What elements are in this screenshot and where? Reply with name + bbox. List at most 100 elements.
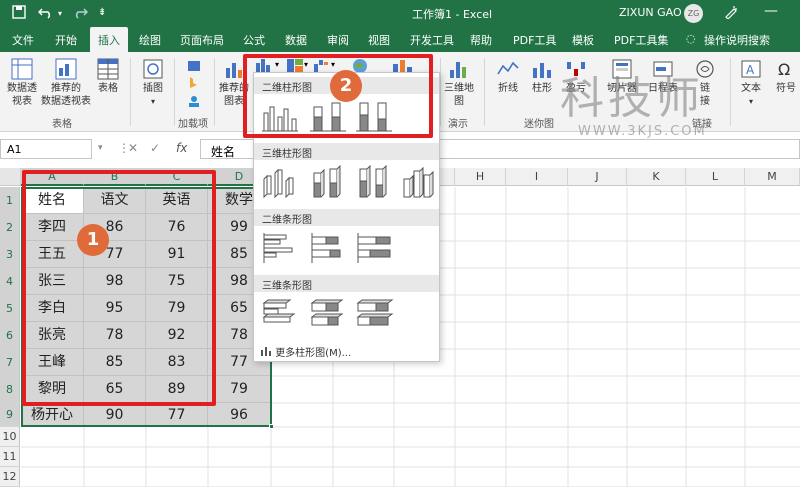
- waterfall-chart-icon: [314, 60, 328, 72]
- cancel-icon[interactable]: ✕: [128, 141, 138, 155]
- avatar[interactable]: ZG: [684, 4, 703, 23]
- illustrations-button[interactable]: 插图 ▾: [138, 58, 168, 108]
- tab-developer[interactable]: 开发工具: [410, 32, 454, 48]
- undo-icon[interactable]: [37, 5, 54, 23]
- 3d-column-option[interactable]: [400, 165, 440, 204]
- stacked-column-option[interactable]: [308, 99, 348, 138]
- name-box-dropdown-icon[interactable]: ▾: [98, 143, 103, 153]
- clustered-column-icon: [262, 106, 298, 132]
- bing-icon: [190, 77, 197, 88]
- map3d-icon: [450, 62, 466, 78]
- sparkline-column-button[interactable]: 柱形: [526, 58, 558, 95]
- group-label-sparklines: 迷你图: [524, 119, 554, 130]
- separator: [214, 58, 215, 126]
- sparkline-line-button[interactable]: 折线: [492, 58, 524, 95]
- tab-view[interactable]: 视图: [368, 32, 390, 48]
- stacked-bar-option[interactable]: [308, 231, 348, 270]
- percent-stacked-column-icon: [356, 102, 392, 132]
- 3d-percent-stacked-column-icon: [359, 164, 387, 198]
- chevron-down-icon: ▾: [150, 97, 155, 106]
- store-icon: [188, 61, 200, 71]
- percent-stacked-bar-option[interactable]: [354, 231, 394, 270]
- omega-icon: Ω: [778, 60, 790, 79]
- section-3d-column: 三维柱形图: [254, 143, 439, 160]
- tell-me-search[interactable]: 操作说明搜索: [704, 32, 770, 48]
- separator: [440, 58, 441, 126]
- redo-icon[interactable]: [72, 5, 89, 23]
- section-3d-bar: 三维条形图: [254, 275, 439, 292]
- symbol-button[interactable]: Ω 符号: [772, 58, 800, 95]
- separator: [130, 58, 131, 126]
- 3d-percent-stacked-bar-option[interactable]: [354, 297, 394, 336]
- customize-toolbar-icon[interactable]: ⇟: [98, 7, 106, 18]
- chevron-down-icon: ▾: [275, 60, 280, 69]
- separator: [174, 58, 175, 126]
- recommended-charts-button[interactable]: 推荐的 图表: [218, 58, 250, 108]
- group-label-addins: 加载项: [178, 119, 208, 130]
- 3d-stacked-column-icon: [313, 164, 341, 198]
- 3d-percent-stacked-bar-icon: [356, 299, 394, 326]
- group-label-demo: 演示: [448, 119, 468, 130]
- group-label-tables: 表格: [52, 119, 72, 130]
- fill-handle[interactable]: [269, 424, 274, 429]
- lightbulb-icon: ◌: [686, 32, 696, 45]
- table-icon: [97, 58, 119, 80]
- separator: [484, 58, 485, 126]
- 3d-clustered-bar-option[interactable]: [260, 297, 300, 336]
- tab-insert[interactable]: 插入: [90, 27, 128, 52]
- tab-templates[interactable]: 模板: [572, 32, 594, 48]
- recommended-pivot-icon: [55, 58, 77, 80]
- tab-help[interactable]: 帮助: [470, 32, 492, 48]
- tab-pdf-tools[interactable]: PDF工具: [513, 32, 556, 48]
- 3d-stacked-column-option[interactable]: [308, 164, 348, 204]
- name-box[interactable]: A1: [0, 139, 92, 159]
- 3d-percent-stacked-column-option[interactable]: [354, 164, 394, 204]
- insert-function-icon[interactable]: fx: [176, 141, 187, 155]
- svg-text:Ω: Ω: [778, 60, 790, 79]
- 3d-stacked-bar-icon: [310, 299, 344, 326]
- bar-chart-icon: [261, 347, 271, 356]
- chevron-down-icon: ▾: [331, 60, 336, 69]
- percent-stacked-column-option[interactable]: [354, 99, 394, 138]
- tab-file[interactable]: 文件: [12, 32, 34, 48]
- tab-pdf-toolset[interactable]: PDF工具集: [614, 32, 668, 48]
- hierarchy-chart-icon: [287, 59, 303, 72]
- tab-page-layout[interactable]: 页面布局: [180, 32, 224, 48]
- addins-button[interactable]: [184, 58, 204, 112]
- clustered-column-option[interactable]: [260, 99, 300, 138]
- 3d-clustered-column-option[interactable]: [260, 165, 300, 204]
- stacked-column-icon: [310, 102, 346, 132]
- undo-dropdown-icon[interactable]: ▾: [58, 9, 62, 18]
- illustrations-icon: [143, 59, 163, 79]
- recommended-pivot-button[interactable]: 推荐的 数据透视表: [40, 58, 92, 108]
- pivot-table-button[interactable]: 数据透 视表: [4, 58, 40, 108]
- people-icon: [189, 96, 199, 107]
- tab-formulas[interactable]: 公式: [243, 32, 265, 48]
- map3d-button[interactable]: 三维地 图: [444, 58, 474, 108]
- pivot-table-icon: [11, 58, 33, 80]
- tab-data[interactable]: 数据: [285, 32, 307, 48]
- tab-review[interactable]: 审阅: [327, 32, 349, 48]
- percent-stacked-bar-icon: [357, 233, 391, 263]
- save-icon[interactable]: [12, 5, 26, 23]
- clustered-bar-option[interactable]: [260, 231, 300, 270]
- tab-draw[interactable]: 绘图: [139, 32, 161, 48]
- column-chart-dropdown-panel: 二维柱形图 三维柱形图 二维条形图 三维条形图 更多柱形图(M)...: [253, 72, 440, 362]
- stacked-bar-icon: [311, 233, 341, 263]
- badge-2: 2: [330, 70, 362, 102]
- badge-1: 1: [77, 224, 109, 256]
- pen-icon[interactable]: [724, 5, 738, 23]
- user-name[interactable]: ZIXUN GAO: [619, 6, 682, 19]
- 3d-clustered-column-icon: [263, 168, 294, 199]
- 3d-column-icon: [403, 166, 434, 198]
- tab-home[interactable]: 开始: [55, 32, 77, 48]
- table-button[interactable]: 表格: [94, 58, 122, 95]
- recommended-charts-icon: [226, 63, 242, 78]
- minimize-icon[interactable]: —: [764, 3, 778, 19]
- 3d-stacked-bar-option[interactable]: [308, 297, 348, 336]
- enter-icon[interactable]: ✓: [150, 141, 160, 155]
- clustered-bar-icon: [263, 233, 293, 263]
- more-column-charts-link[interactable]: 更多柱形图(M)...: [260, 344, 351, 359]
- column-chart-icon: [256, 59, 270, 72]
- title-bar: ▾ ⇟ 工作簿1 - Excel ZIXUN GAO ZG —: [0, 0, 800, 27]
